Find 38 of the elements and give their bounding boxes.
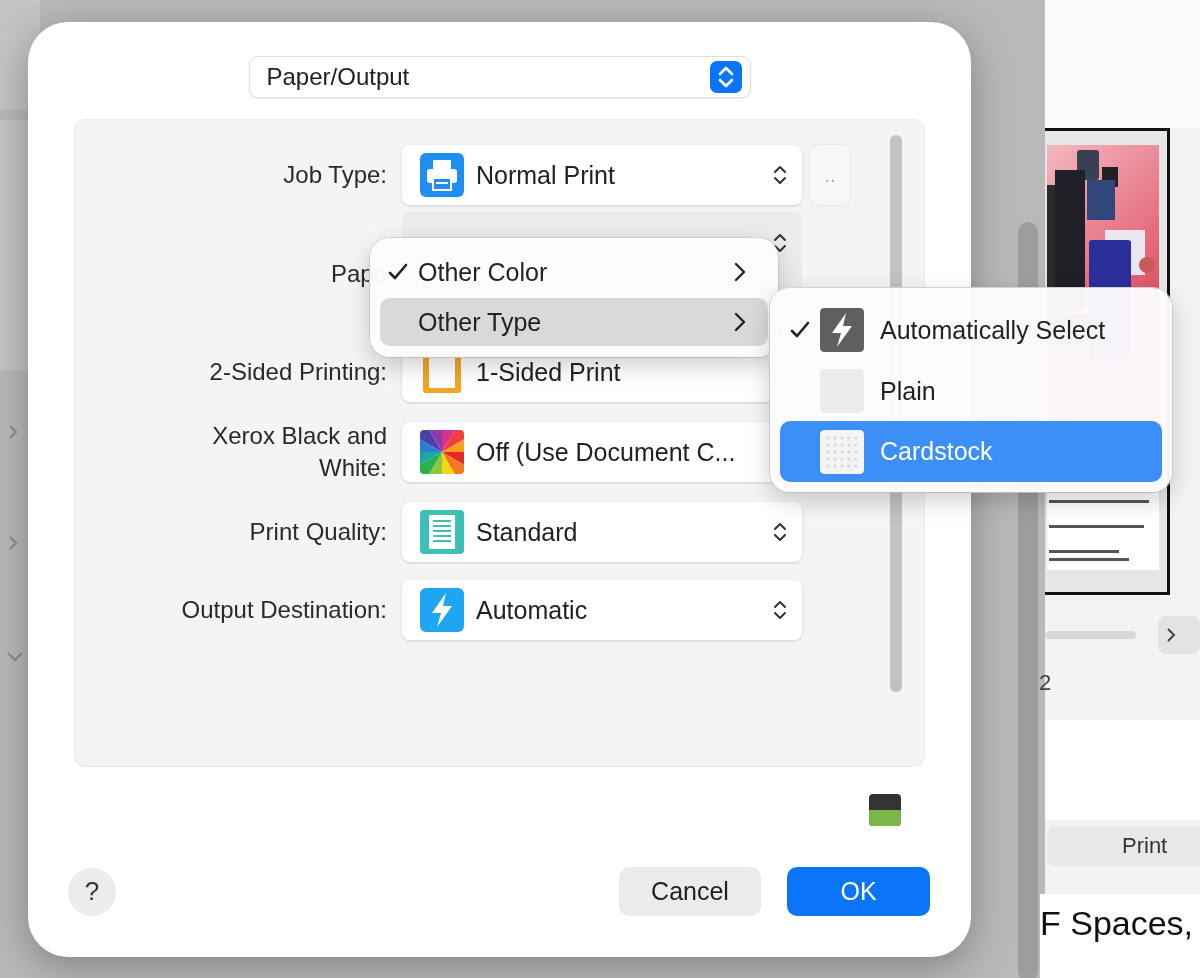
field-label: Job Type: <box>282 160 387 190</box>
chevron-updown-icon <box>709 61 742 93</box>
slider-track[interactable] <box>1045 631 1137 639</box>
checkmark-icon <box>790 321 810 340</box>
print-button[interactable]: Print <box>1047 826 1200 866</box>
next-page-button[interactable] <box>1158 616 1200 654</box>
chevron-updown-icon <box>772 232 788 254</box>
ok-button[interactable]: OK <box>787 867 930 916</box>
field-label: Output Destination: <box>180 595 387 625</box>
cancel-button[interactable]: Cancel <box>619 867 761 916</box>
chevron-updown-icon <box>772 599 788 621</box>
chevron-right-icon <box>734 312 746 332</box>
field-label: 2-Sided Printing: <box>208 357 387 387</box>
popup-button[interactable]: Standard <box>402 502 802 562</box>
popup-button[interactable]: Normal Print <box>402 145 802 205</box>
chevron-right-icon <box>6 535 20 551</box>
page-number: 2 <box>1039 670 1053 697</box>
document-icon <box>420 510 464 554</box>
chevron-right-icon <box>1166 627 1177 643</box>
menu-item[interactable]: Other Type <box>380 298 768 346</box>
lightning-icon <box>420 588 464 632</box>
chevron-right-icon <box>6 424 20 440</box>
chevron-right-icon <box>734 262 746 282</box>
lightning-icon <box>820 308 864 353</box>
menu-item[interactable]: Other Color <box>380 248 768 296</box>
popup-button[interactable]: Automatic <box>402 580 802 640</box>
field-label: Xerox Black and White: <box>211 421 387 483</box>
document-text: F Spaces, <box>1040 894 1200 978</box>
printer-icon <box>420 153 464 197</box>
chevron-updown-icon <box>772 521 788 543</box>
section-popup[interactable]: Paper/Output <box>249 57 750 97</box>
color-swatch-icon <box>868 793 902 827</box>
checkmark-icon <box>388 263 408 281</box>
chevron-updown-icon <box>772 164 788 186</box>
dotted-paper-icon <box>820 429 864 474</box>
field-label: Print Quality: <box>248 517 387 547</box>
color-wheel-icon <box>420 430 464 474</box>
help-button[interactable]: ? <box>68 867 116 916</box>
